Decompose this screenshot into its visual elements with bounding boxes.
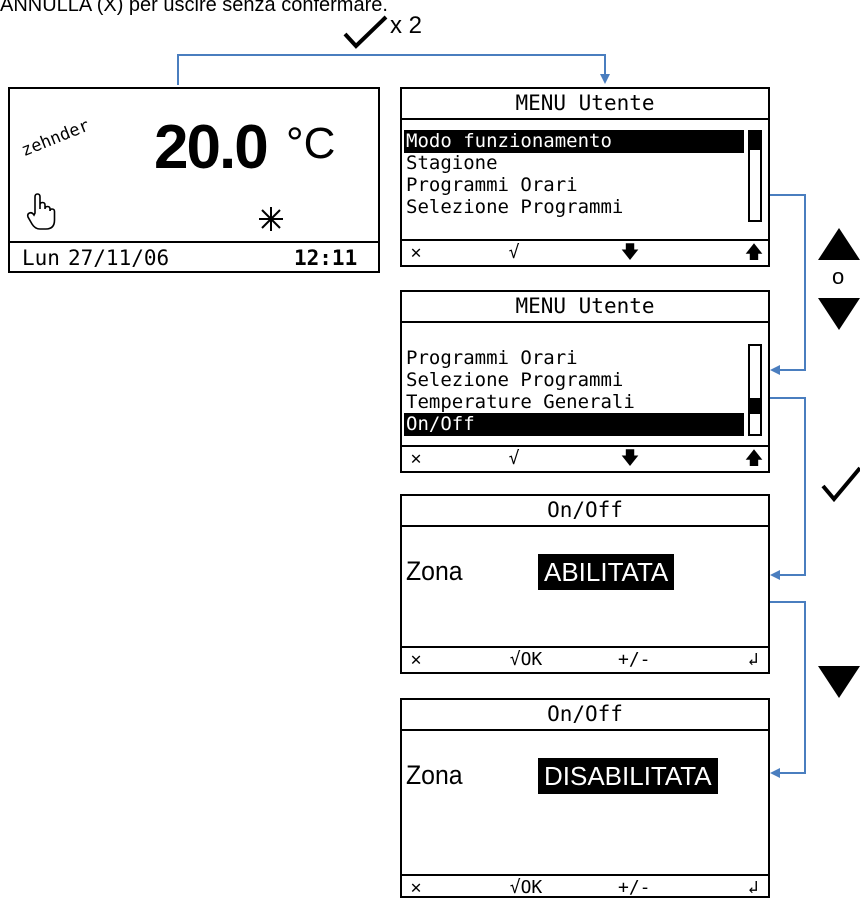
brand-logo: zehnder [18,115,93,161]
or-label: o [832,264,845,289]
scrollbar-thumb[interactable] [750,398,760,414]
softkey-bar: ✕ √OK +/- ↲ [402,646,768,672]
arrow-down-icon[interactable]: 🡇 [618,447,642,471]
triangle-up-icon [818,228,860,260]
date-value: 27/11/06 [68,246,170,270]
menu-screen-2: MENU Utente Programmi Orari Selezione Pr… [400,290,770,473]
temperature-display: 20.0 [154,113,269,182]
menu-item-stagione[interactable]: Stagione [404,152,744,175]
arrow-up-icon[interactable]: 🡅 [742,241,766,265]
zona-value-field[interactable]: ABILITATA [538,554,675,590]
clock-time: 12:11 [294,246,358,270]
connector-onoff1-to-onoff2 [765,601,806,778]
connector-menu1-to-menu2 [765,194,806,375]
softkey-bar [402,874,768,876]
menu-item-on-off[interactable]: On/Off [404,413,744,436]
zona-label: Zona [406,760,463,790]
menu-title: MENU Utente [402,89,768,120]
cancel-icon[interactable]: ✕ [404,648,428,672]
plus-minus-icon[interactable]: +/- [618,648,651,672]
diagram-page: { "caption": "ANNULLA (X) per uscire sen… [0,0,860,898]
onoff-screen-2: On/Off Zona DISABILITATA ✕ √OK +/- ↲ [400,698,770,898]
check-icon-side [821,466,860,503]
menu-screen-1: MENU Utente Modo funzionamento Stagione … [400,87,770,267]
softkey-bar: ✕ √ 🡇 🡅 [402,239,768,265]
menu-item-programmi-orari[interactable]: Programmi Orari [404,174,744,197]
onoff-screen-1: On/Off Zona ABILITATA ✕ √OK +/- ↲ [400,494,770,674]
menu-item-selezione-programmi[interactable]: Selezione Programmi [404,196,744,219]
onoff-title: On/Off [402,700,768,731]
home-divider [10,241,378,243]
enter-icon[interactable]: ↲ [740,648,766,672]
date-day: Lun [22,246,60,270]
hand-icon [26,193,56,230]
triangle-down-icon [818,298,860,330]
cancel-icon[interactable]: ✕ [404,876,428,896]
menu-item-programmi-orari[interactable]: Programmi Orari [404,347,744,370]
menu-scrollbar[interactable] [748,130,762,222]
zona-value-field[interactable]: DISABILITATA [538,758,718,794]
arrow-up-icon[interactable]: 🡅 [742,447,766,471]
triangle-down-icon [818,666,860,698]
softkey-bar: ✕ √ 🡇 🡅 [402,445,768,471]
snowflake-icon [259,207,283,231]
menu-item-temperature-generali[interactable]: Temperature Generali [404,391,744,414]
menu-item-selezione-programmi[interactable]: Selezione Programmi [404,369,744,392]
temperature-unit: °C [286,119,336,168]
check-icon-top [343,15,388,49]
cancel-icon[interactable]: ✕ [404,241,428,265]
zona-label: Zona [406,556,463,586]
cancel-icon[interactable]: ✕ [404,447,428,471]
onoff-title: On/Off [402,496,768,527]
scrollbar-thumb[interactable] [750,132,760,150]
home-screen: zehnder 20.0 °C Lun 27/11/06 12:11 [8,87,380,273]
plus-minus-icon[interactable]: +/- [618,876,651,896]
softkey-ok[interactable]: √OK [498,648,554,672]
softkey-ok[interactable]: √ [494,447,534,471]
softkey-ok[interactable]: √ [494,241,534,265]
menu-item-modo-funzionamento[interactable]: Modo funzionamento [404,130,744,153]
menu-title: MENU Utente [402,292,768,323]
menu-scrollbar[interactable] [748,344,762,436]
times-label: x 2 [390,12,423,39]
connector-menu2-to-onoff1 [765,397,806,580]
enter-icon[interactable]: ↲ [740,876,766,896]
connector-home-to-menu [177,54,610,85]
arrow-down-icon[interactable]: 🡇 [618,241,642,265]
softkey-ok[interactable]: √OK [498,876,554,896]
